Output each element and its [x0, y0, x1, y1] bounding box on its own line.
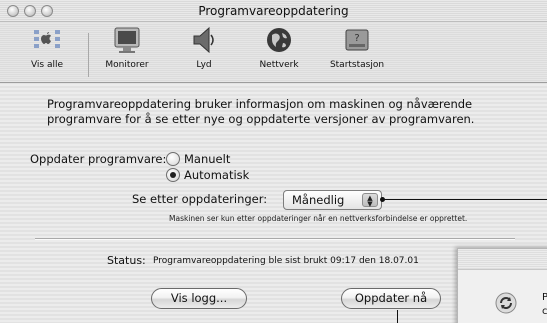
sync-arrows-icon	[495, 292, 517, 314]
network-note: Maskinen ser kun etter oppdateringer når…	[169, 214, 468, 223]
radio-manual[interactable]	[166, 152, 180, 166]
apple-show-all-icon	[34, 30, 60, 48]
dialog-text: P c	[542, 291, 547, 319]
popup-arrows-icon: ▲ ▼	[362, 193, 378, 208]
toolbar-label: Lyd	[196, 60, 212, 70]
description-line: programvare for å se etter nye og oppdat…	[47, 112, 475, 126]
toolbar-label: Nettverk	[259, 60, 299, 70]
toolbar-label: Startstasjon	[329, 60, 385, 70]
toolbar-label: Vis alle	[30, 60, 64, 70]
callout-line	[397, 310, 398, 323]
show-log-button[interactable]: Vis logg...	[151, 288, 247, 309]
globe-icon	[267, 28, 291, 52]
dialog-text-line: P	[542, 292, 547, 303]
section-divider	[35, 238, 515, 240]
radio-automatic-label[interactable]: Automatisk	[184, 168, 249, 182]
toolbar-separator	[88, 33, 89, 77]
toolbar-item-show-all[interactable]: Vis alle	[12, 25, 82, 70]
description-text: Programvareoppdatering bruker informasjo…	[47, 97, 507, 127]
toolbar-label: Monitorer	[105, 60, 149, 70]
status-text: Programvareoppdatering ble sist brukt 09…	[153, 256, 419, 266]
toolbar-item-network[interactable]: Nettverk	[244, 25, 314, 70]
check-frequency-value: Månedlig	[292, 193, 345, 207]
update-now-button[interactable]: Oppdater nå	[341, 288, 441, 309]
update-progress-dialog: P c	[457, 248, 547, 323]
status-label: Status:	[107, 254, 146, 267]
radio-selected-indicator	[170, 172, 176, 178]
title-bar: Programvareoppdatering	[0, 0, 547, 22]
callout-line	[382, 199, 547, 200]
toolbar-item-startup-disk[interactable]: ? Startstasjon	[322, 25, 392, 70]
speaker-icon	[193, 26, 214, 54]
svg-text:?: ?	[354, 33, 359, 44]
toolbar-item-sound[interactable]: Lyd	[169, 25, 239, 70]
preferences-toolbar: Vis alle Monitorer Lyd Nettverk ? Starts…	[0, 23, 547, 83]
radio-automatic[interactable]	[166, 168, 180, 182]
window-title: Programvareoppdatering	[198, 4, 349, 18]
monitor-icon	[114, 27, 140, 53]
toolbar-item-monitors[interactable]: Monitorer	[92, 25, 162, 70]
check-frequency-label: Se etter oppdateringer:	[132, 192, 268, 206]
dialog-title-bar	[458, 249, 547, 270]
update-mode-label: Oppdater programvare:	[30, 152, 167, 166]
startup-disk-icon: ?	[345, 29, 369, 51]
dialog-text-line: c	[542, 306, 547, 317]
description-line: Programvareoppdatering bruker informasjo…	[47, 97, 473, 111]
check-frequency-popup[interactable]: Månedlig ▲ ▼	[283, 190, 382, 210]
software-update-window: Programvareoppdatering Vis alle Monitore…	[0, 0, 547, 323]
radio-manual-label[interactable]: Manuelt	[184, 152, 230, 166]
